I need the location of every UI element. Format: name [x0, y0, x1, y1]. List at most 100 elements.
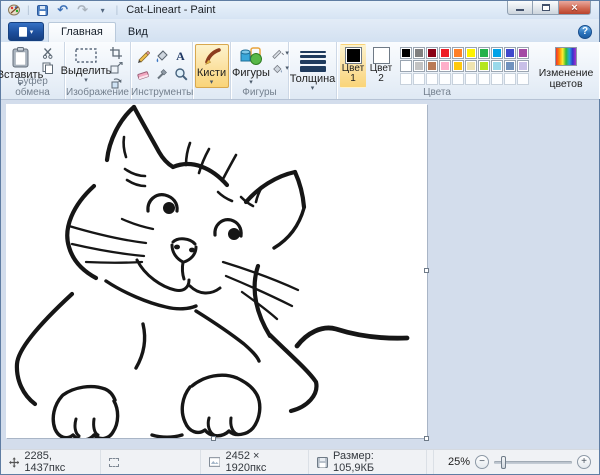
status-bar: 2285, 1437пкс 2452 × 1920пкс Размер: 105…	[1, 449, 599, 474]
edit-colors-button[interactable]: Изменение цветов	[534, 44, 598, 99]
palette-swatch-6[interactable]	[478, 47, 490, 59]
magnifier-tool-button[interactable]	[171, 66, 190, 82]
canvas-resize-handle-bottom[interactable]	[211, 436, 216, 441]
palette-swatch-empty-1[interactable]	[413, 73, 425, 85]
fill-tool-button[interactable]	[152, 48, 171, 64]
brushes-button[interactable]: Кисти ▾	[195, 44, 229, 88]
close-button[interactable]: ×	[559, 1, 591, 15]
color1-swatch	[345, 47, 362, 64]
qat-customize-caret[interactable]: ▾	[95, 3, 111, 18]
canvas-resize-handle-corner[interactable]	[424, 436, 429, 441]
size-label: Толщина	[290, 73, 336, 85]
tab-view[interactable]: Вид	[116, 23, 160, 42]
palette-swatch-empty-3[interactable]	[439, 73, 451, 85]
zoom-slider-thumb[interactable]	[501, 456, 506, 469]
palette-swatch-14[interactable]	[452, 60, 464, 72]
shape-fill-button[interactable]: ▾	[271, 61, 289, 75]
color2-number: 2	[378, 74, 384, 84]
color2-button[interactable]: Цвет 2	[368, 44, 394, 88]
crop-button[interactable]	[107, 46, 125, 60]
palette-swatch-19[interactable]	[517, 60, 529, 72]
image-size-cell: 2452 × 1920пкс	[201, 450, 309, 474]
palette-swatch-8[interactable]	[504, 47, 516, 59]
group-brushes: Кисти ▾	[193, 42, 231, 99]
redo-button[interactable]: ↷	[75, 3, 91, 18]
zoom-in-button[interactable]: +	[577, 455, 591, 469]
group-size: Толщина ▾	[289, 42, 337, 99]
resize-button[interactable]	[107, 61, 125, 75]
colors-group-label: Цвета	[337, 87, 537, 98]
cursor-position-value: 2285, 1437пкс	[24, 450, 92, 474]
status-spacer	[427, 450, 434, 474]
file-size-value: Размер: 105,9КБ	[333, 450, 418, 474]
canvas-resize-handle-right[interactable]	[424, 268, 429, 273]
qat-separator-2: |	[115, 5, 120, 16]
tab-home[interactable]: Главная	[48, 22, 116, 42]
maximize-button[interactable]	[533, 1, 559, 15]
copy-icon	[42, 62, 54, 74]
palette-swatch-15[interactable]	[465, 60, 477, 72]
text-tool-button[interactable]: A	[171, 48, 190, 64]
cut-button[interactable]	[39, 46, 57, 60]
palette-swatch-empty-6[interactable]	[478, 73, 490, 85]
palette-swatch-11[interactable]	[413, 60, 425, 72]
palette-swatch-5[interactable]	[465, 47, 477, 59]
zoom-out-button[interactable]: −	[475, 455, 489, 469]
copy-button[interactable]	[39, 61, 57, 75]
save-button[interactable]	[35, 3, 51, 18]
palette-swatch-1[interactable]	[413, 47, 425, 59]
color-picker-tool-button[interactable]	[152, 66, 171, 82]
palette-swatch-empty-7[interactable]	[491, 73, 503, 85]
palette-swatch-3[interactable]	[439, 47, 451, 59]
fill-style-icon	[271, 63, 285, 74]
palette-swatch-empty-0[interactable]	[400, 73, 412, 85]
palette-swatch-empty-9[interactable]	[517, 73, 529, 85]
shape-outline-button[interactable]: ▾	[271, 46, 289, 60]
palette-swatch-0[interactable]	[400, 47, 412, 59]
palette-swatch-empty-2[interactable]	[426, 73, 438, 85]
undo-button[interactable]: ↶	[55, 3, 71, 18]
palette-swatch-empty-8[interactable]	[504, 73, 516, 85]
size-button[interactable]: Толщина ▾	[291, 44, 335, 88]
palette-swatch-2[interactable]	[426, 47, 438, 59]
palette-swatch-10[interactable]	[400, 60, 412, 72]
brush-icon	[202, 47, 222, 66]
palette-swatch-16[interactable]	[478, 60, 490, 72]
clipboard-group-label: Буфер обмена	[1, 76, 64, 98]
magnifier-icon	[174, 67, 188, 81]
palette-swatch-12[interactable]	[426, 60, 438, 72]
palette-swatch-13[interactable]	[439, 60, 451, 72]
pencil-tool-button[interactable]	[133, 48, 152, 64]
window-title: Cat-Lineart - Paint	[126, 4, 215, 16]
application-menu-button[interactable]: ▾	[8, 22, 44, 41]
eraser-tool-button[interactable]	[133, 66, 152, 82]
close-icon: ×	[571, 3, 577, 13]
group-shapes: Фигуры ▾ ▾ ▾ Фигуры	[231, 42, 289, 99]
palette-swatch-empty-4[interactable]	[452, 73, 464, 85]
group-tools: A Инструменты	[131, 42, 193, 99]
palette-swatch-18[interactable]	[504, 60, 516, 72]
window-controls: ×	[507, 1, 591, 15]
palette-swatch-empty-5[interactable]	[465, 73, 477, 85]
ribbon: Вставить ▾ Буфер обмена Выделить ▾	[1, 42, 599, 100]
select-rectangle-icon	[74, 47, 98, 64]
cat-lineart-drawing[interactable]	[6, 104, 427, 438]
paint-canvas[interactable]	[6, 104, 427, 438]
zoom-controls: 25% − +	[434, 450, 599, 474]
zoom-slider-track[interactable]	[494, 461, 572, 464]
palette-swatch-17[interactable]	[491, 60, 503, 72]
shapes-icon	[239, 47, 263, 66]
color1-button[interactable]: Цвет 1	[340, 44, 366, 88]
minimize-button[interactable]	[507, 1, 533, 15]
palette-swatch-4[interactable]	[452, 47, 464, 59]
disk-icon	[317, 457, 328, 468]
eraser-icon	[136, 68, 150, 81]
size-caret-icon: ▾	[311, 86, 315, 91]
help-button[interactable]: ?	[578, 25, 592, 39]
paint-window: | ↶ ↷ ▾ | Cat-Lineart - Paint × ▾ Главна…	[0, 0, 600, 475]
select-caret-icon: ▾	[84, 78, 88, 83]
zoom-level-value: 25%	[448, 456, 470, 468]
palette-swatch-9[interactable]	[517, 47, 529, 59]
pencil-icon	[136, 49, 150, 63]
palette-swatch-7[interactable]	[491, 47, 503, 59]
